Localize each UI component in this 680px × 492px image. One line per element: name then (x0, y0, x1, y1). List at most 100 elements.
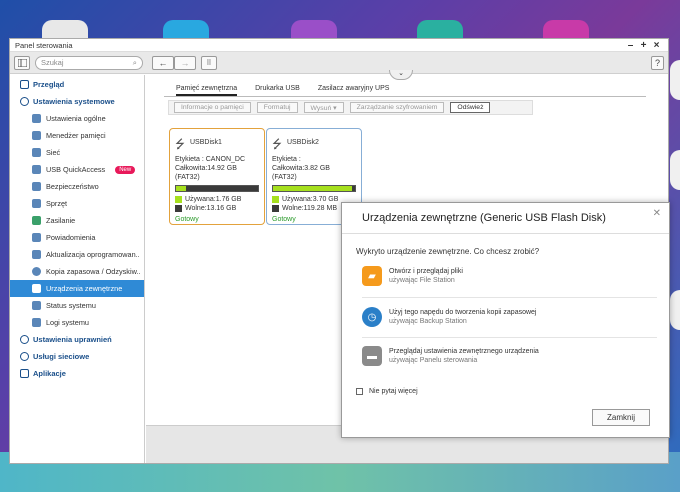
sidebar-section-network-services[interactable]: Usługi sieciowe (10, 348, 144, 365)
desktop-edge-widget[interactable] (670, 150, 680, 190)
disk-status: Gotowy (175, 216, 199, 223)
encryption-management-button[interactable]: Zarządzanie szyfrowaniem (349, 102, 445, 113)
sidebar-item-firmware-update[interactable]: Aktualizacja oprogramowan.. (10, 246, 144, 263)
settings-icon (32, 114, 41, 123)
sidebar-item-label: Urządzenia zewnętrzne (46, 284, 123, 293)
sidebar-toggle-button[interactable] (14, 55, 30, 70)
sidebar-item-label: Logi systemu (46, 318, 89, 327)
checkbox-box[interactable] (356, 388, 363, 395)
divider (362, 337, 657, 338)
usb-icon: ⭍ (175, 137, 185, 151)
toolbar: Szukaj ⌕ ← → ⠿ ? (10, 52, 668, 74)
dialog-close-icon[interactable]: ✕ (653, 208, 661, 219)
option-subtitle: używając Backup Station (389, 318, 467, 325)
sidebar: Przegląd Ustawienia systemowe Ustawienia… (10, 75, 145, 463)
drive-icon: ▬ (362, 346, 382, 366)
sidebar-item-network[interactable]: Sieć (10, 144, 144, 161)
menu-icon (17, 58, 27, 67)
sidebar-item-security[interactable]: Bezpieczeństwo (10, 178, 144, 195)
disk-used: Używana:3.70 GB (282, 196, 339, 203)
used-swatch (175, 196, 182, 203)
tab-bar: Pamięć zewnętrzna Drukarka USB Zasilacz … (164, 85, 646, 97)
free-swatch (175, 205, 182, 212)
hardware-icon (32, 199, 41, 208)
eject-button[interactable]: Wysuń ▾ (303, 102, 344, 113)
apps-grid-button[interactable]: ⠿ (201, 55, 217, 70)
sidebar-item-label: Kopia zapasowa / Odzyskiw.. (46, 267, 141, 276)
close-button[interactable]: Zamknij (592, 409, 650, 426)
collapse-handle[interactable]: ⌄ (389, 70, 413, 80)
sidebar-item-label: Bezpieczeństwo (46, 182, 99, 191)
option-control-panel-settings[interactable]: ▬ Przeglądaj ustawienia zewnętrznego urz… (362, 341, 662, 371)
disk-label: Etykieta : CANON_DC (175, 156, 246, 163)
dialog-title: Urządzenia zewnętrzne (Generic USB Flash… (342, 203, 669, 234)
window-titlebar: Panel sterowania – + × (10, 39, 668, 52)
sidebar-item-general-settings[interactable]: Ustawienia ogólne (10, 110, 144, 127)
sidebar-item-backup-restore[interactable]: Kopia zapasowa / Odzyskiw.. (10, 263, 144, 280)
refresh-button[interactable]: Odśwież (450, 102, 491, 113)
search-input[interactable]: Szukaj ⌕ (35, 55, 143, 70)
sidebar-item-usb-quickaccess[interactable]: USB QuickAccess New (10, 161, 144, 178)
format-button[interactable]: Formatuj (256, 102, 298, 113)
desktop-edge-widget[interactable] (670, 60, 680, 100)
sidebar-item-power[interactable]: Zasilanie (10, 212, 144, 229)
sidebar-item-label: Ustawienia systemowe (33, 97, 115, 106)
option-subtitle: używając File Station (389, 277, 455, 284)
disk-free: Wolne:119.28 MB (282, 205, 337, 212)
disk-total: Całkowita:3.82 GB (FAT32) (272, 165, 330, 181)
sidebar-section-applications[interactable]: Aplikacje (10, 365, 144, 382)
arrow-right-icon: → (180, 57, 190, 68)
sidebar-section-privileges[interactable]: Ustawienia uprawnień (10, 331, 144, 348)
update-icon (32, 250, 41, 259)
disk-name: USBDisk2 (287, 138, 319, 146)
sidebar-item-storage-manager[interactable]: Menedżer pamięci (10, 127, 144, 144)
sidebar-item-notifications[interactable]: Powiadomienia (10, 229, 144, 246)
option-open-file-station[interactable]: ▰ Otwórz i przeglądaj pliki używając File… (362, 261, 662, 291)
sidebar-item-label: Sieć (46, 148, 61, 157)
sidebar-item-system-status[interactable]: Status systemu (10, 297, 144, 314)
sidebar-item-hardware[interactable]: Sprzęt (10, 195, 144, 212)
folder-icon: ▰ (362, 266, 382, 286)
apps-icon (20, 369, 29, 378)
dont-ask-again-checkbox[interactable]: Nie pytaj więcej (356, 388, 418, 395)
used-swatch (272, 196, 279, 203)
dialog-question: Wykryto urządzenie zewnętrzne. Co chcesz… (356, 247, 540, 256)
help-button[interactable]: ? (651, 55, 664, 70)
action-bar: Informacje o pamięci Formatuj Wysuń ▾ Za… (168, 100, 533, 115)
forward-button[interactable]: → (174, 55, 196, 70)
minimize-button[interactable]: – (624, 40, 637, 51)
desktop-edge-widget[interactable] (670, 290, 680, 330)
disk-usage-bar (175, 185, 259, 192)
user-icon (20, 335, 29, 344)
sidebar-item-label: Ustawienia ogólne (46, 114, 106, 123)
checkbox-label: Nie pytaj więcej (369, 388, 418, 395)
disk-label: Etykieta : (272, 156, 301, 163)
tab-external-storage[interactable]: Pamięć zewnętrzna (176, 85, 238, 96)
storage-icon (32, 131, 41, 140)
tab-usb-printer[interactable]: Drukarka USB (255, 85, 300, 96)
option-title: Użyj tego napędu do tworzenia kopii zapa… (389, 309, 537, 316)
sidebar-item-label: Usługi sieciowe (33, 352, 90, 361)
sidebar-item-external-devices[interactable]: Urządzenia zewnętrzne (10, 280, 144, 297)
sidebar-item-label: Aktualizacja oprogramowan.. (46, 250, 140, 259)
sidebar-item-overview[interactable]: Przegląd (10, 76, 144, 93)
external-drive-icon (32, 284, 41, 293)
sidebar-section-system-settings[interactable]: Ustawienia systemowe (10, 93, 144, 110)
tab-ups[interactable]: Zasilacz awaryjny UPS (318, 85, 390, 96)
gear-icon (20, 97, 29, 106)
storage-info-button[interactable]: Informacje o pamięci (174, 102, 251, 113)
option-backup-station[interactable]: ◷ Użyj tego napędu do tworzenia kopii za… (362, 302, 662, 332)
close-window-button[interactable]: × (650, 40, 663, 51)
disk-card-usbdisk1[interactable]: ⭍ USBDisk1 Etykieta : CANON_DC Całkowita:… (169, 128, 265, 225)
free-swatch (272, 205, 279, 212)
log-icon (32, 318, 41, 327)
window-title: Panel sterowania (15, 40, 73, 50)
monitor-icon (32, 301, 41, 310)
usb-icon: ⭍ (272, 137, 282, 151)
sidebar-item-system-logs[interactable]: Logi systemu (10, 314, 144, 331)
back-button[interactable]: ← (152, 55, 174, 70)
search-placeholder: Szukaj (41, 58, 64, 67)
maximize-button[interactable]: + (637, 40, 650, 51)
sidebar-item-label: Ustawienia uprawnień (33, 335, 112, 344)
disk-usage-fill (176, 186, 186, 191)
